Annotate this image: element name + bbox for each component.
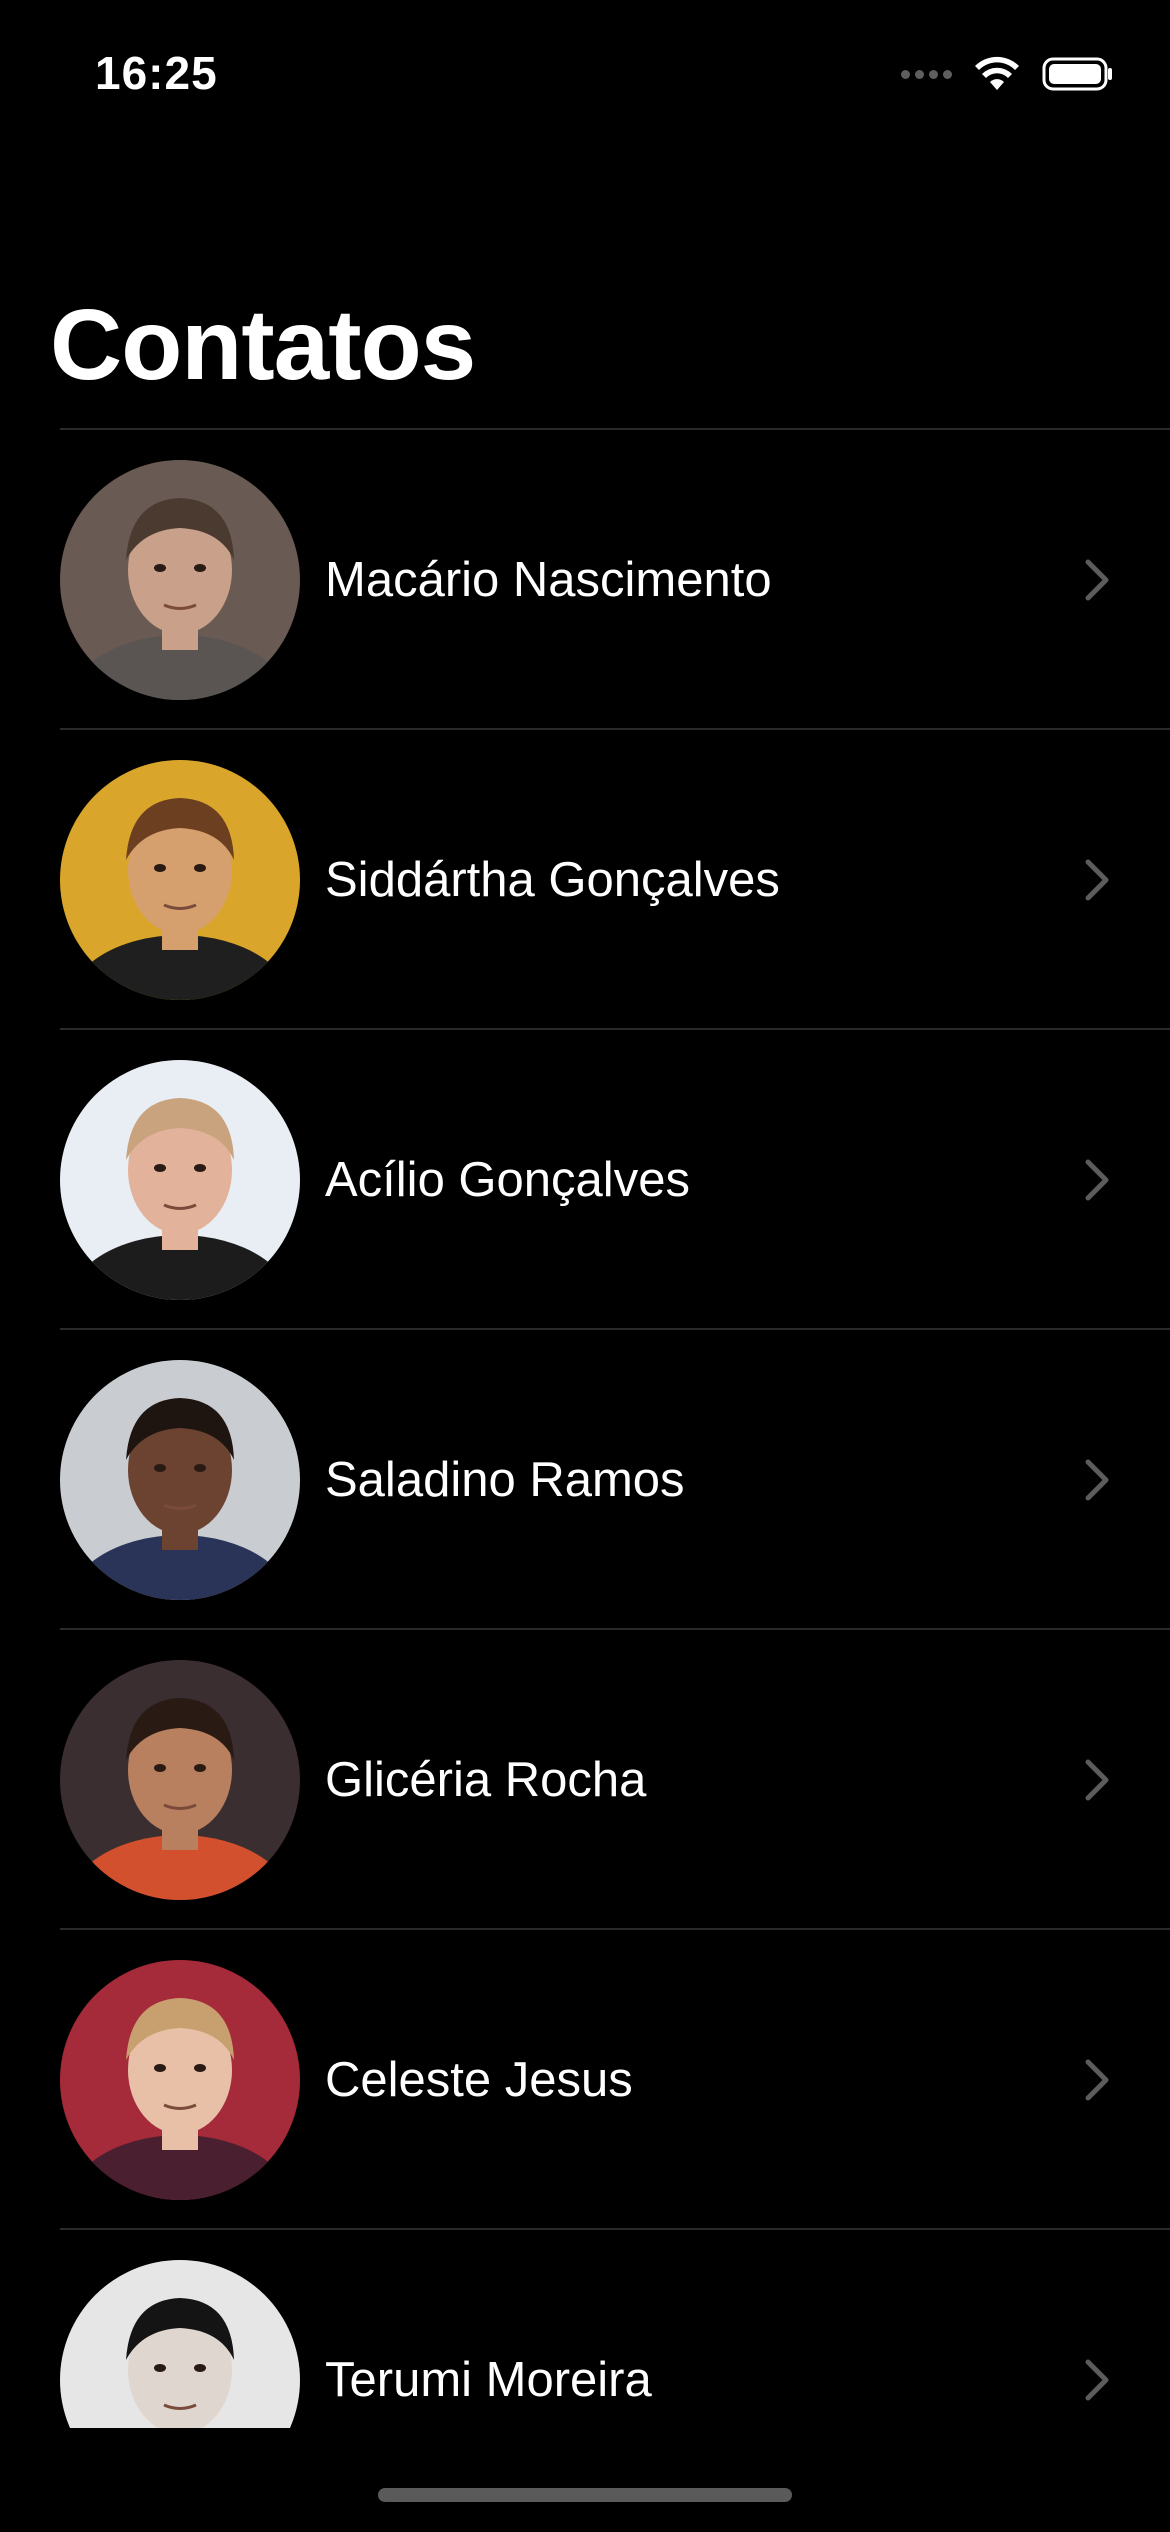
chevron-right-icon <box>1082 1756 1112 1804</box>
status-bar: 16:25 <box>0 0 1170 150</box>
contact-avatar <box>60 760 300 1000</box>
contact-row[interactable]: Siddártha Gonçalves <box>0 730 1170 1030</box>
contact-row[interactable]: Saladino Ramos <box>0 1330 1170 1630</box>
contact-row[interactable]: Macário Nascimento <box>0 430 1170 730</box>
wifi-icon <box>975 56 1019 90</box>
battery-icon <box>1042 57 1112 91</box>
chevron-right-icon <box>1082 556 1112 604</box>
contact-name: Macário Nascimento <box>325 553 772 607</box>
contact-avatar <box>60 460 300 700</box>
contact-avatar <box>60 1360 300 1600</box>
chevron-right-icon <box>1082 856 1112 904</box>
contact-name: Terumi Moreira <box>325 2353 652 2407</box>
contact-row[interactable]: Celeste Jesus <box>0 1930 1170 2230</box>
contact-row[interactable]: Acílio Gonçalves <box>0 1030 1170 1330</box>
contact-avatar <box>60 1660 300 1900</box>
contact-avatar <box>60 2260 300 2428</box>
status-icons <box>901 52 1114 96</box>
chevron-right-icon <box>1082 2056 1112 2104</box>
contact-row[interactable]: Glicéria Rocha <box>0 1630 1170 1930</box>
home-indicator[interactable] <box>378 2488 792 2502</box>
contact-name: Glicéria Rocha <box>325 1753 647 1807</box>
contact-name: Saladino Ramos <box>325 1453 685 1507</box>
chevron-right-icon <box>1082 2356 1112 2404</box>
contact-name: Celeste Jesus <box>325 2053 633 2107</box>
contact-name: Siddártha Gonçalves <box>325 853 780 907</box>
chevron-right-icon <box>1082 1156 1112 1204</box>
contact-avatar <box>60 1960 300 2200</box>
contact-row[interactable]: Terumi Moreira <box>0 2230 1170 2428</box>
status-time: 16:25 <box>95 47 218 99</box>
contact-list[interactable]: Macário Nascimento Siddártha Gonçalves Ací… <box>0 430 1170 2428</box>
signal-dots-icon <box>901 69 952 79</box>
contact-avatar <box>60 1060 300 1300</box>
page-title: Contatos <box>50 289 476 401</box>
chevron-right-icon <box>1082 1456 1112 1504</box>
contact-name: Acílio Gonçalves <box>325 1153 690 1207</box>
